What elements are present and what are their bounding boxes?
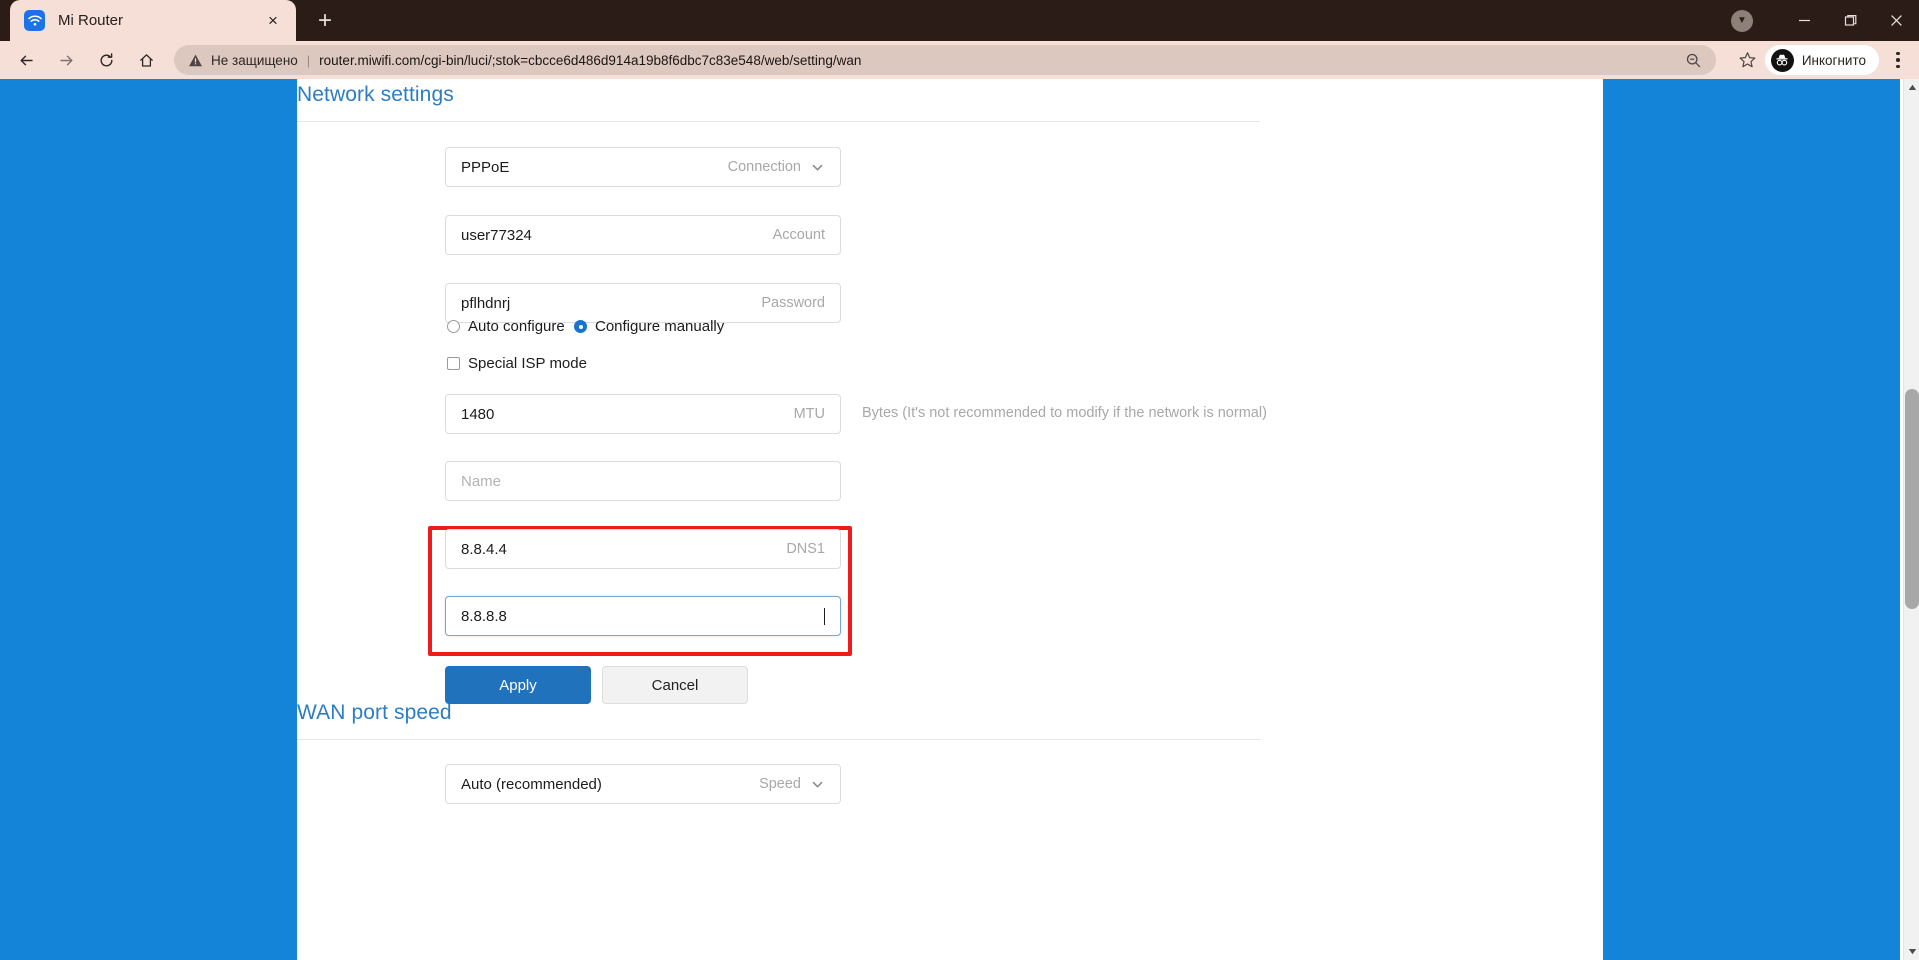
name-placeholder: Name [461, 472, 502, 490]
dns2-input[interactable]: 8.8.8.8 [445, 596, 841, 636]
maximize-button[interactable] [1827, 0, 1873, 41]
wan-speed-label: Speed [759, 776, 801, 792]
mtu-value: 1480 [461, 405, 495, 423]
tab-strip: Mi Router × + ▼ [0, 0, 1919, 41]
password-value: pflhdnrj [461, 294, 511, 312]
divider-network [297, 121, 1260, 122]
radio-auto-configure[interactable]: Auto configure [447, 318, 565, 335]
scroll-up-icon[interactable] [1904, 79, 1919, 96]
name-input[interactable]: Name [445, 461, 841, 501]
chevron-down-icon[interactable]: ▼ [1731, 9, 1753, 32]
window-controls: ▼ [1731, 0, 1919, 41]
chevron-down-icon[interactable] [810, 160, 825, 175]
account-input[interactable]: user77324 Account [445, 215, 841, 255]
radio-icon-manual[interactable] [574, 320, 587, 333]
checkbox-icon-special-isp[interactable] [447, 357, 460, 370]
wifi-icon [24, 10, 45, 31]
browser-window: Mi Router × + ▼ Не защищено | router.miw… [0, 0, 1919, 960]
page-scrollbar[interactable] [1903, 79, 1919, 960]
page-background-left [0, 79, 297, 960]
tab-title: Mi Router [58, 12, 124, 29]
dns2-value: 8.8.8.8 [461, 607, 507, 625]
security-status-text: Не защищено [211, 52, 298, 68]
scroll-down-icon[interactable] [1904, 943, 1919, 960]
page-title-wan-port-speed: WAN port speed [297, 701, 452, 724]
incognito-icon [1770, 48, 1794, 72]
dns1-input[interactable]: 8.8.4.4 DNS1 [445, 529, 841, 569]
password-label: Password [761, 295, 825, 311]
connection-type-select[interactable]: PPPoE Connection [445, 147, 841, 187]
close-icon[interactable]: × [260, 8, 286, 34]
omnibox-separator: | [306, 52, 311, 68]
zoom-out-icon[interactable] [1685, 52, 1702, 69]
page-title-network-settings: Network settings [297, 83, 454, 106]
radio-icon-auto[interactable] [447, 320, 460, 333]
divider-wan-speed [297, 739, 1260, 740]
kebab-menu-icon[interactable] [1883, 43, 1913, 77]
mtu-input[interactable]: 1480 MTU [445, 394, 841, 434]
warning-triangle-icon[interactable] [188, 53, 203, 68]
reload-button[interactable] [89, 43, 123, 77]
forward-button[interactable] [49, 43, 83, 77]
dns1-label: DNS1 [786, 541, 825, 557]
chevron-down-icon[interactable] [810, 777, 825, 792]
profile-incognito-button[interactable]: Инкогнито [1764, 45, 1879, 75]
star-icon[interactable] [1738, 51, 1757, 70]
checkbox-special-isp-mode[interactable]: Special ISP mode [447, 355, 587, 372]
url-text: router.miwifi.com/cgi-bin/luci/;stok=cbc… [319, 52, 862, 68]
account-label: Account [772, 227, 825, 243]
apply-button[interactable]: Apply [445, 666, 591, 704]
new-tab-button[interactable]: + [308, 4, 342, 38]
mtu-label: MTU [793, 406, 825, 422]
password-input[interactable]: pflhdnrj Password [445, 283, 841, 323]
cancel-button[interactable]: Cancel [602, 666, 748, 704]
radio-configure-manually[interactable]: Configure manually [574, 318, 724, 335]
radio-label-manual: Configure manually [595, 318, 725, 335]
home-button[interactable] [129, 43, 163, 77]
page-viewport: Network settings PPPoE Connection user77… [0, 79, 1919, 960]
connection-type-value: PPPoE [461, 158, 510, 176]
mtu-help-text: Bytes (It's not recommended to modify if… [862, 405, 1267, 421]
checkbox-label-special-isp: Special ISP mode [468, 355, 587, 372]
address-bar[interactable]: Не защищено | router.miwifi.com/cgi-bin/… [174, 45, 1716, 75]
minimize-button[interactable] [1781, 0, 1827, 41]
browser-toolbar: Не защищено | router.miwifi.com/cgi-bin/… [0, 41, 1919, 79]
scrollbar-thumb[interactable] [1905, 389, 1919, 609]
wan-speed-select[interactable]: Auto (recommended) Speed [445, 764, 841, 804]
wan-speed-value: Auto (recommended) [461, 775, 602, 793]
text-cursor [824, 607, 825, 625]
page-background-right [1603, 79, 1900, 960]
account-value: user77324 [461, 226, 532, 244]
back-button[interactable] [9, 43, 43, 77]
window-close-button[interactable] [1873, 0, 1919, 41]
profile-label: Инкогнито [1801, 52, 1866, 68]
connection-type-label: Connection [727, 159, 801, 175]
tab-mi-router[interactable]: Mi Router × [10, 0, 296, 41]
dns1-value: 8.8.4.4 [461, 540, 507, 558]
settings-card: Network settings PPPoE Connection user77… [297, 79, 1603, 960]
radio-label-auto: Auto configure [468, 318, 565, 335]
